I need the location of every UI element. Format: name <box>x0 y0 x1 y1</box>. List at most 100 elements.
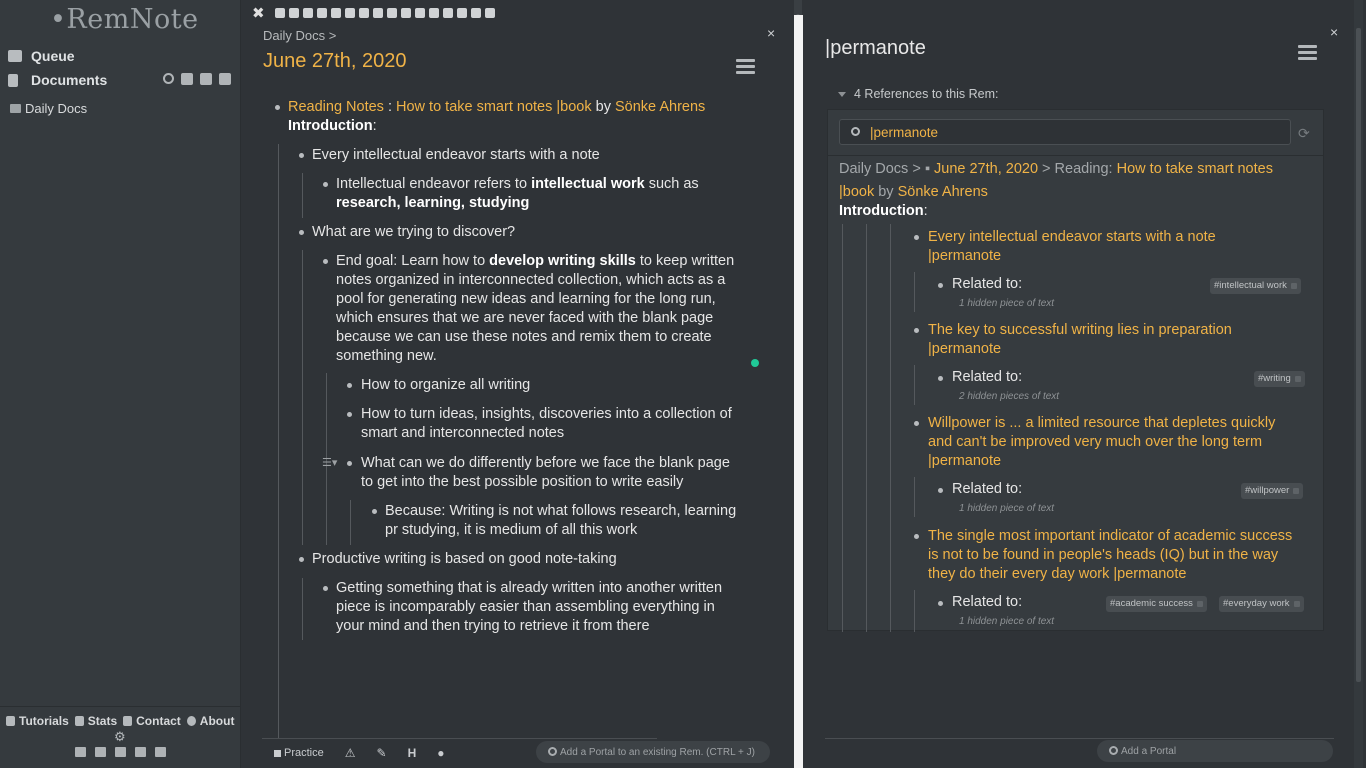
rem-reading-notes[interactable]: Reading Notes : How to take smart notes … <box>288 98 705 117</box>
tutorials-link[interactable]: Tutorials <box>6 714 69 728</box>
document-tab[interactable] <box>344 8 355 18</box>
keyboard-icon[interactable] <box>135 747 146 757</box>
edit-icon[interactable] <box>155 747 166 757</box>
hidden-text-note[interactable]: 1 hidden piece of text <box>959 503 1054 514</box>
bullet[interactable] <box>938 283 943 288</box>
refresh-icon[interactable]: ⟳ <box>1298 125 1310 142</box>
tag-badge[interactable]: #writing <box>1254 371 1305 387</box>
related-to-label[interactable]: Related to: <box>952 481 1022 497</box>
related-to-label[interactable]: Related to: <box>952 594 1022 610</box>
bullet[interactable] <box>372 509 377 514</box>
reference-rem[interactable]: The single most important indicator of a… <box>928 527 1292 584</box>
document-tab[interactable] <box>358 8 369 18</box>
hamburger-menu-icon[interactable] <box>736 59 755 74</box>
tag-badge[interactable]: #academic success <box>1106 596 1207 612</box>
bullet[interactable] <box>914 421 919 426</box>
crumb-book-tag[interactable]: |book <box>839 184 874 200</box>
collapse-icon[interactable] <box>75 747 86 757</box>
add-portal-input[interactable] <box>536 741 770 763</box>
references-search-input[interactable] <box>870 124 1280 141</box>
search-icon[interactable] <box>163 73 174 84</box>
sort-icon[interactable] <box>95 747 106 757</box>
add-portal-input[interactable] <box>1097 740 1333 762</box>
calendar-icon[interactable] <box>200 73 212 85</box>
circle-icon[interactable]: ● <box>437 746 444 760</box>
heading-icon[interactable]: H <box>408 746 417 760</box>
rem-item-line[interactable]: something new. <box>336 347 437 366</box>
document-title[interactable]: June 27th, 2020 <box>263 50 406 73</box>
reading-notes-link[interactable]: Reading Notes <box>288 99 384 115</box>
related-to-label[interactable]: Related to: <box>952 369 1022 385</box>
bullet[interactable] <box>938 488 943 493</box>
bullet[interactable] <box>323 586 328 591</box>
crumb-daily-docs[interactable]: Daily Docs <box>839 161 908 177</box>
rem-item[interactable]: Productive writing is based on good note… <box>312 550 617 569</box>
close-pane-icon[interactable]: × <box>767 25 775 41</box>
document-tab[interactable] <box>456 8 467 18</box>
rem-item[interactable]: Every intellectual endeavor starts with … <box>312 146 600 165</box>
book-link[interactable]: How to take smart notes |book <box>396 99 592 115</box>
bullet[interactable] <box>299 230 304 235</box>
bullet[interactable] <box>299 557 304 562</box>
crumb-book[interactable]: How to take smart notes <box>1117 161 1273 177</box>
bullet[interactable] <box>914 328 919 333</box>
warning-icon[interactable]: ⚠ <box>345 746 356 760</box>
brush-icon[interactable]: ✎ <box>377 746 387 760</box>
rem-item[interactable]: End goal: Learn how to develop writing s… <box>336 252 734 271</box>
remnote-logo[interactable]: •RemNote <box>50 4 199 35</box>
rem-item[interactable]: What are we trying to discover? <box>312 223 515 242</box>
bullet[interactable] <box>347 412 352 417</box>
rem-item-line[interactable]: notes organized in interconnected collec… <box>336 271 725 290</box>
document-tab[interactable] <box>330 8 341 18</box>
bullet[interactable] <box>938 601 943 606</box>
rem-title[interactable]: |permanote <box>825 37 926 60</box>
references-search[interactable] <box>839 119 1291 145</box>
sidebar-folder-daily-docs[interactable]: Daily Docs <box>10 101 87 116</box>
hidden-text-note[interactable]: 1 hidden piece of text <box>959 298 1054 309</box>
references-toggle[interactable]: 4 References to this Rem: <box>838 87 999 101</box>
document-tab[interactable] <box>288 8 299 18</box>
bullet[interactable] <box>275 105 280 110</box>
document-tab[interactable] <box>372 8 383 18</box>
drag-handle-icon[interactable]: ☰▾ <box>322 456 337 469</box>
author-link[interactable]: Sönke Ahrens <box>615 99 705 115</box>
rem-item-line[interactable]: research, learning, studying <box>336 194 529 213</box>
sidebar-item-documents[interactable]: Documents <box>8 72 107 88</box>
bullet[interactable] <box>323 182 328 187</box>
tag-badge[interactable]: #intellectual work <box>1210 278 1301 294</box>
hidden-text-note[interactable]: 1 hidden piece of text <box>959 616 1054 627</box>
document-tab[interactable] <box>470 8 481 18</box>
stats-link[interactable]: Stats <box>74 714 117 728</box>
rem-item-line[interactable]: your mind and then trying to retrieve it… <box>336 617 650 636</box>
gear-icon[interactable]: ⚙ <box>114 729 126 745</box>
tag-badge[interactable]: #willpower <box>1241 483 1304 499</box>
rem-item-line[interactable]: smart and interconnected notes <box>361 424 564 443</box>
rem-item[interactable]: How to turn ideas, insights, discoveries… <box>361 405 732 424</box>
document-tab[interactable] <box>274 8 285 18</box>
tag-badge[interactable]: #everyday work <box>1219 596 1304 612</box>
rem-item-line[interactable]: because we can use these notes and remix… <box>336 328 712 347</box>
reference-rem[interactable]: The key to successful writing lies in pr… <box>928 321 1232 359</box>
layout-icon[interactable] <box>115 747 126 757</box>
right-scrollbar[interactable] <box>1354 0 1363 768</box>
rem-item[interactable]: How to organize all writing <box>361 376 530 395</box>
close-pane-icon[interactable]: × <box>1330 24 1338 40</box>
hamburger-menu-icon[interactable] <box>1298 45 1317 60</box>
crumb-author[interactable]: Sönke Ahrens <box>898 184 988 200</box>
about-link[interactable]: About <box>186 714 234 728</box>
hidden-text-note[interactable]: 2 hidden pieces of text <box>959 391 1059 402</box>
sidebar-item-queue[interactable]: Queue <box>8 48 75 64</box>
reference-rem[interactable]: Every intellectual endeavor starts with … <box>928 228 1216 266</box>
close-tabs-icon[interactable]: ✖ <box>252 4 265 22</box>
practice-toggle[interactable]: Practice <box>274 747 324 759</box>
document-tab[interactable] <box>484 8 495 18</box>
bullet[interactable] <box>938 376 943 381</box>
related-to-label[interactable]: Related to: <box>952 276 1022 292</box>
reference-rem[interactable]: Willpower is ... a limited resource that… <box>928 414 1275 471</box>
document-tab[interactable] <box>386 8 397 18</box>
rem-item[interactable]: Intellectual endeavor refers to intellec… <box>336 175 699 194</box>
bullet[interactable] <box>347 383 352 388</box>
document-tab[interactable] <box>400 8 411 18</box>
bullet[interactable] <box>914 235 919 240</box>
crumb-reading[interactable]: Reading: <box>1055 161 1117 177</box>
